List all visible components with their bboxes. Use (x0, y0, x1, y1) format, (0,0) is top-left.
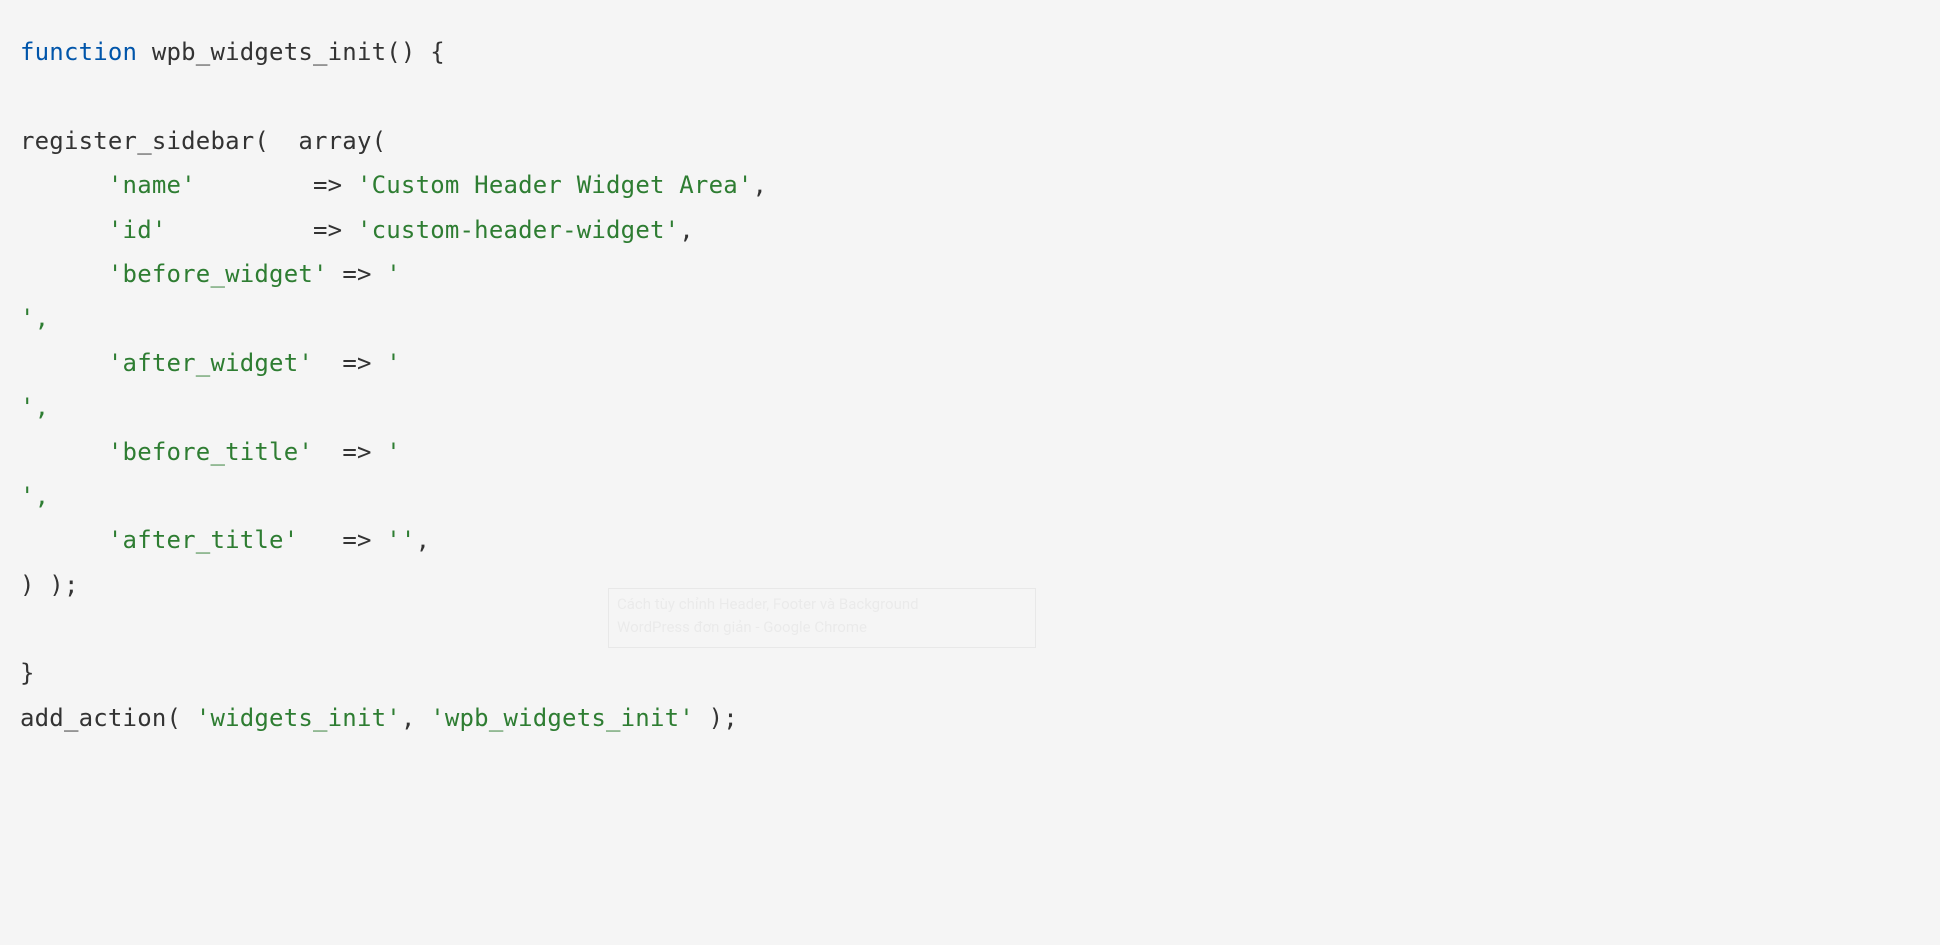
indent (20, 171, 108, 199)
close-parens: ) ); (20, 571, 79, 599)
close-paren-semi: ); (709, 704, 738, 732)
val-name: 'Custom Header Widget Area' (357, 171, 753, 199)
indent (20, 260, 108, 288)
pad (298, 526, 342, 554)
comma: , (753, 171, 768, 199)
key-before-widget: 'before_widget' (108, 260, 328, 288)
key-name: 'name' (108, 171, 196, 199)
sp (372, 349, 387, 377)
open-brace: { (430, 38, 445, 66)
sp (372, 438, 387, 466)
function-name: wpb_widgets_init (152, 38, 386, 66)
key-id: 'id' (108, 216, 167, 244)
indent (20, 349, 108, 377)
sp (342, 171, 357, 199)
call-register-sidebar: register_sidebar (20, 127, 254, 155)
sp (372, 526, 387, 554)
val-after-title: '' (386, 526, 415, 554)
string-close-frag: ', (20, 393, 49, 421)
indent (20, 438, 108, 466)
sp (372, 260, 387, 288)
close-brace: } (20, 659, 35, 687)
paren-open-2: ( (372, 127, 387, 155)
arrow: => (342, 260, 371, 288)
string-close-frag: ', (20, 482, 49, 510)
comma: , (679, 216, 694, 244)
val-before-widget-open: ' (386, 260, 401, 288)
indent (20, 216, 108, 244)
arg-widgets-init: 'widgets_init' (196, 704, 401, 732)
pad (313, 438, 342, 466)
key-after-widget: 'after_widget' (108, 349, 313, 377)
sp (416, 704, 431, 732)
pad (313, 349, 342, 377)
keyword-function: function (20, 38, 137, 66)
pad (196, 171, 313, 199)
sp (694, 704, 709, 732)
arrow: => (313, 216, 342, 244)
parens: () (386, 38, 415, 66)
pad (328, 260, 343, 288)
paren-open: ( (254, 127, 269, 155)
array-keyword: array (298, 127, 371, 155)
comma: , (416, 526, 431, 554)
arrow: => (342, 438, 371, 466)
arrow: => (342, 526, 371, 554)
key-before-title: 'before_title' (108, 438, 313, 466)
arrow: => (313, 171, 342, 199)
indent (20, 526, 108, 554)
sp (181, 704, 196, 732)
arrow: => (342, 349, 371, 377)
val-before-title-open: ' (386, 438, 401, 466)
paren-open: ( (167, 704, 182, 732)
string-close-frag: ', (20, 304, 49, 332)
val-id: 'custom-header-widget' (357, 216, 679, 244)
code-block: function wpb_widgets_init() { register_s… (0, 0, 1940, 760)
key-after-title: 'after_title' (108, 526, 298, 554)
sp (342, 216, 357, 244)
val-after-widget-open: ' (386, 349, 401, 377)
space (269, 127, 298, 155)
call-add-action: add_action (20, 704, 167, 732)
pad (167, 216, 314, 244)
arg-wpb-widgets-init: 'wpb_widgets_init' (430, 704, 694, 732)
comma: , (401, 704, 416, 732)
